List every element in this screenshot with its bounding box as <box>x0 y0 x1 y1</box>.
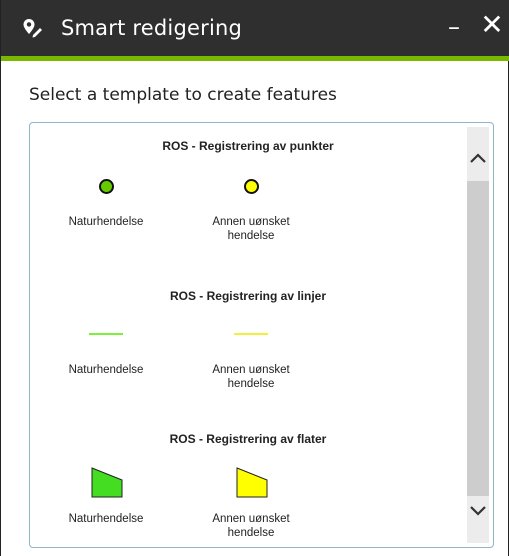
template-item-line-annen[interactable]: Annen uønsket hendelse <box>196 333 306 393</box>
template-picker-panel: ROS - Registrering av punkter Naturhende… <box>29 122 494 548</box>
title-accent-line <box>1 56 509 61</box>
template-item-point-annen[interactable]: Annen uønsket hendelse <box>196 179 306 249</box>
line-symbol <box>89 333 123 335</box>
minimize-icon: – <box>448 13 460 41</box>
item-label: hendelse <box>227 527 275 539</box>
group-title-points: ROS - Registrering av punkter <box>162 139 334 153</box>
polygon-symbol <box>236 467 268 498</box>
item-label: Annen uønsket <box>212 364 290 376</box>
scroll-down-button[interactable] <box>467 496 489 526</box>
scroll-up-button[interactable] <box>467 143 489 173</box>
item-label: hendelse <box>227 230 275 242</box>
chevron-down-icon <box>470 506 486 516</box>
smart-edit-icon <box>23 19 42 38</box>
item-label: hendelse <box>227 378 275 390</box>
minimize-button[interactable]: – <box>442 12 466 42</box>
window-title: Smart redigering <box>61 16 243 40</box>
group-title-lines: ROS - Registrering av linjer <box>169 289 327 303</box>
template-item-polygon-naturhendelse[interactable]: Naturhendelse <box>51 466 161 536</box>
item-label: Naturhendelse <box>68 364 144 376</box>
item-label: Naturhendelse <box>68 216 144 228</box>
polygon-symbol <box>91 467 123 498</box>
close-button[interactable]: ✕ <box>479 10 505 40</box>
point-symbol <box>99 179 114 194</box>
template-item-point-naturhendelse[interactable]: Naturhendelse <box>51 179 161 249</box>
chevron-up-icon <box>470 153 486 163</box>
close-icon: ✕ <box>480 8 504 41</box>
title-bar: Smart redigering – ✕ <box>1 0 509 56</box>
instruction-text: Select a template to create features <box>29 85 337 105</box>
item-label: Annen uønsket <box>212 513 290 525</box>
template-item-polygon-annen[interactable]: Annen uønsket hendelse <box>196 466 306 539</box>
scrollbar-thumb[interactable] <box>467 181 489 496</box>
template-item-line-naturhendelse[interactable]: Naturhendelse <box>51 333 161 393</box>
widget-window: Smart redigering – ✕ Select a template t… <box>0 0 509 556</box>
item-label: Naturhendelse <box>68 513 144 525</box>
line-symbol <box>234 333 268 335</box>
item-label: Annen uønsket <box>212 216 290 228</box>
point-symbol <box>244 179 259 194</box>
group-title-polygons: ROS - Registrering av flater <box>169 432 327 446</box>
